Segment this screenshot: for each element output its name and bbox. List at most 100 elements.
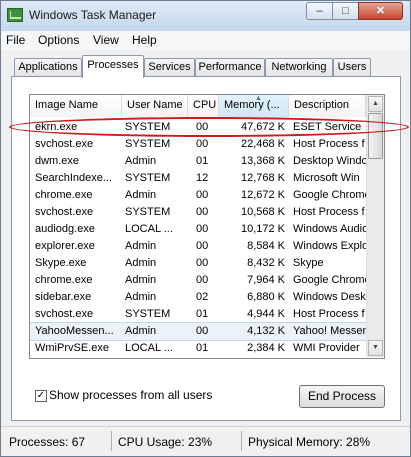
process-row[interactable]: svchost.exe SYSTEM 01 4,944 K Host Process f [30,306,366,323]
process-memory: 7,964 K [247,274,285,286]
process-user: Admin [125,189,157,201]
process-row[interactable]: chrome.exe Admin 00 12,672 K Google Chrome [30,187,366,204]
process-user: Admin [125,274,157,286]
process-description: Google Chrome [293,274,366,286]
process-row[interactable]: YahooMessen... Admin 00 4,132 K Yahoo! Messe… [30,322,367,341]
process-description: Host Process f [293,308,365,320]
column-image-name[interactable]: Image Name [30,95,122,117]
process-user: SYSTEM [125,172,171,184]
status-cpu: CPU Usage: 23% [118,435,213,449]
process-cpu: 02 [196,291,208,303]
process-name: WmiPrvSE.exe [35,342,109,354]
minimize-button[interactable]: – [306,2,333,20]
process-description: Windows Audio [293,223,366,235]
column-memory[interactable]: ▲ Memory (... [219,95,289,117]
tab-services[interactable]: Services [144,58,195,77]
process-user: SYSTEM [125,308,171,320]
process-row[interactable]: sidebar.exe Admin 02 6,880 K Windows Desk [30,289,366,306]
process-description: Yahoo! Messen [293,325,366,337]
tab-networking[interactable]: Networking [265,58,333,77]
status-processes: Processes: 67 [9,435,86,449]
process-cpu: 00 [196,121,208,133]
process-description: ESET Service [293,121,362,133]
process-memory: 12,672 K [240,189,285,201]
process-memory: 22,468 K [240,138,285,150]
process-user: Admin [125,240,157,252]
vertical-scrollbar[interactable]: ▲ ▼ [366,95,384,357]
process-row[interactable]: Skype.exe Admin 00 8,432 K Skype [30,255,366,272]
process-memory: 10,568 K [240,206,285,218]
scroll-up-icon[interactable]: ▲ [368,96,383,112]
menu-options[interactable]: Options [38,33,79,47]
process-name: svchost.exe [35,308,94,320]
status-divider [111,431,112,451]
process-list[interactable]: Image Name User Name CPU ▲ Memory (... D… [29,94,385,359]
process-row[interactable]: SearchIndexe... SYSTEM 12 12,768 K Microsoft… [30,170,366,187]
sort-ascending-icon: ▲ [255,95,262,102]
scroll-thumb[interactable] [368,113,383,159]
menu-view[interactable]: View [93,33,119,47]
process-name: dwm.exe [35,155,80,167]
process-cpu: 01 [196,342,208,354]
process-row[interactable]: audiodg.exe LOCAL ... 00 10,172 K Windows Au… [30,221,366,238]
tab-processes[interactable]: Processes [82,55,144,78]
process-row[interactable]: WmiPrvSE.exe LOCAL ... 01 2,384 K WMI Provid… [30,340,366,357]
process-name: svchost.exe [35,206,94,218]
column-user-name[interactable]: User Name [122,95,188,117]
menu-file[interactable]: File [6,33,25,47]
tab-applications[interactable]: Applications [14,58,82,77]
process-cpu: 00 [196,206,208,218]
status-divider [241,431,242,451]
process-description: Host Process f [293,138,365,150]
process-cpu: 00 [196,257,208,269]
process-cpu: 01 [196,155,208,167]
process-cpu: 00 [196,223,208,235]
process-row[interactable]: explorer.exe Admin 00 8,584 K Windows Explo [30,238,366,255]
process-row[interactable]: ekrn.exe SYSTEM 00 47,672 K ESET Service [30,119,366,136]
tab-performance[interactable]: Performance [195,58,265,77]
process-cpu: 00 [196,138,208,150]
column-memory-label: Memory (... [224,99,280,111]
menu-bar: File Options View Help [1,31,410,50]
column-description[interactable]: Description [289,95,366,117]
process-row[interactable]: chrome.exe Admin 00 7,964 K Google Chrome [30,272,366,289]
process-memory: 10,172 K [240,223,285,235]
process-memory: 47,672 K [240,121,285,133]
process-row[interactable]: svchost.exe SYSTEM 00 22,468 K Host Process … [30,136,366,153]
process-description: Desktop Windo [293,155,366,167]
process-row[interactable]: dwm.exe Admin 01 13,368 K Desktop Windo [30,153,366,170]
process-cpu: 00 [196,325,208,337]
process-memory: 6,880 K [247,291,285,303]
process-user: Admin [125,257,157,269]
process-user: SYSTEM [125,206,171,218]
process-name: chrome.exe [35,274,93,286]
process-description: Microsoft Win [293,172,360,184]
process-name: explorer.exe [35,240,95,252]
process-name: SearchIndexe... [35,172,113,184]
process-memory: 4,944 K [247,308,285,320]
process-cpu: 00 [196,189,208,201]
tab-users[interactable]: Users [333,58,371,77]
status-memory: Physical Memory: 28% [248,435,371,449]
process-cpu: 00 [196,274,208,286]
process-description: Host Process f [293,206,365,218]
process-user: SYSTEM [125,138,171,150]
menu-help[interactable]: Help [132,33,157,47]
show-all-users-checkbox[interactable]: ✓ [35,390,47,402]
process-name: svchost.exe [35,138,94,150]
process-name: audiodg.exe [35,223,95,235]
show-all-users-label[interactable]: Show processes from all users [49,388,212,402]
process-description: Windows Desk [293,291,366,303]
title-bar[interactable]: Windows Task Manager – □ ✕ [1,1,410,31]
scroll-down-icon[interactable]: ▼ [368,340,383,356]
process-cpu: 01 [196,308,208,320]
column-cpu[interactable]: CPU [188,95,219,117]
process-cpu: 12 [196,172,208,184]
close-button[interactable]: ✕ [358,2,403,20]
end-process-button[interactable]: End Process [299,385,385,408]
maximize-button[interactable]: □ [332,2,359,20]
process-name: sidebar.exe [35,291,92,303]
process-name: Skype.exe [35,257,87,269]
process-row[interactable]: svchost.exe SYSTEM 00 10,568 K Host Process … [30,204,366,221]
process-user: LOCAL ... [125,342,173,354]
